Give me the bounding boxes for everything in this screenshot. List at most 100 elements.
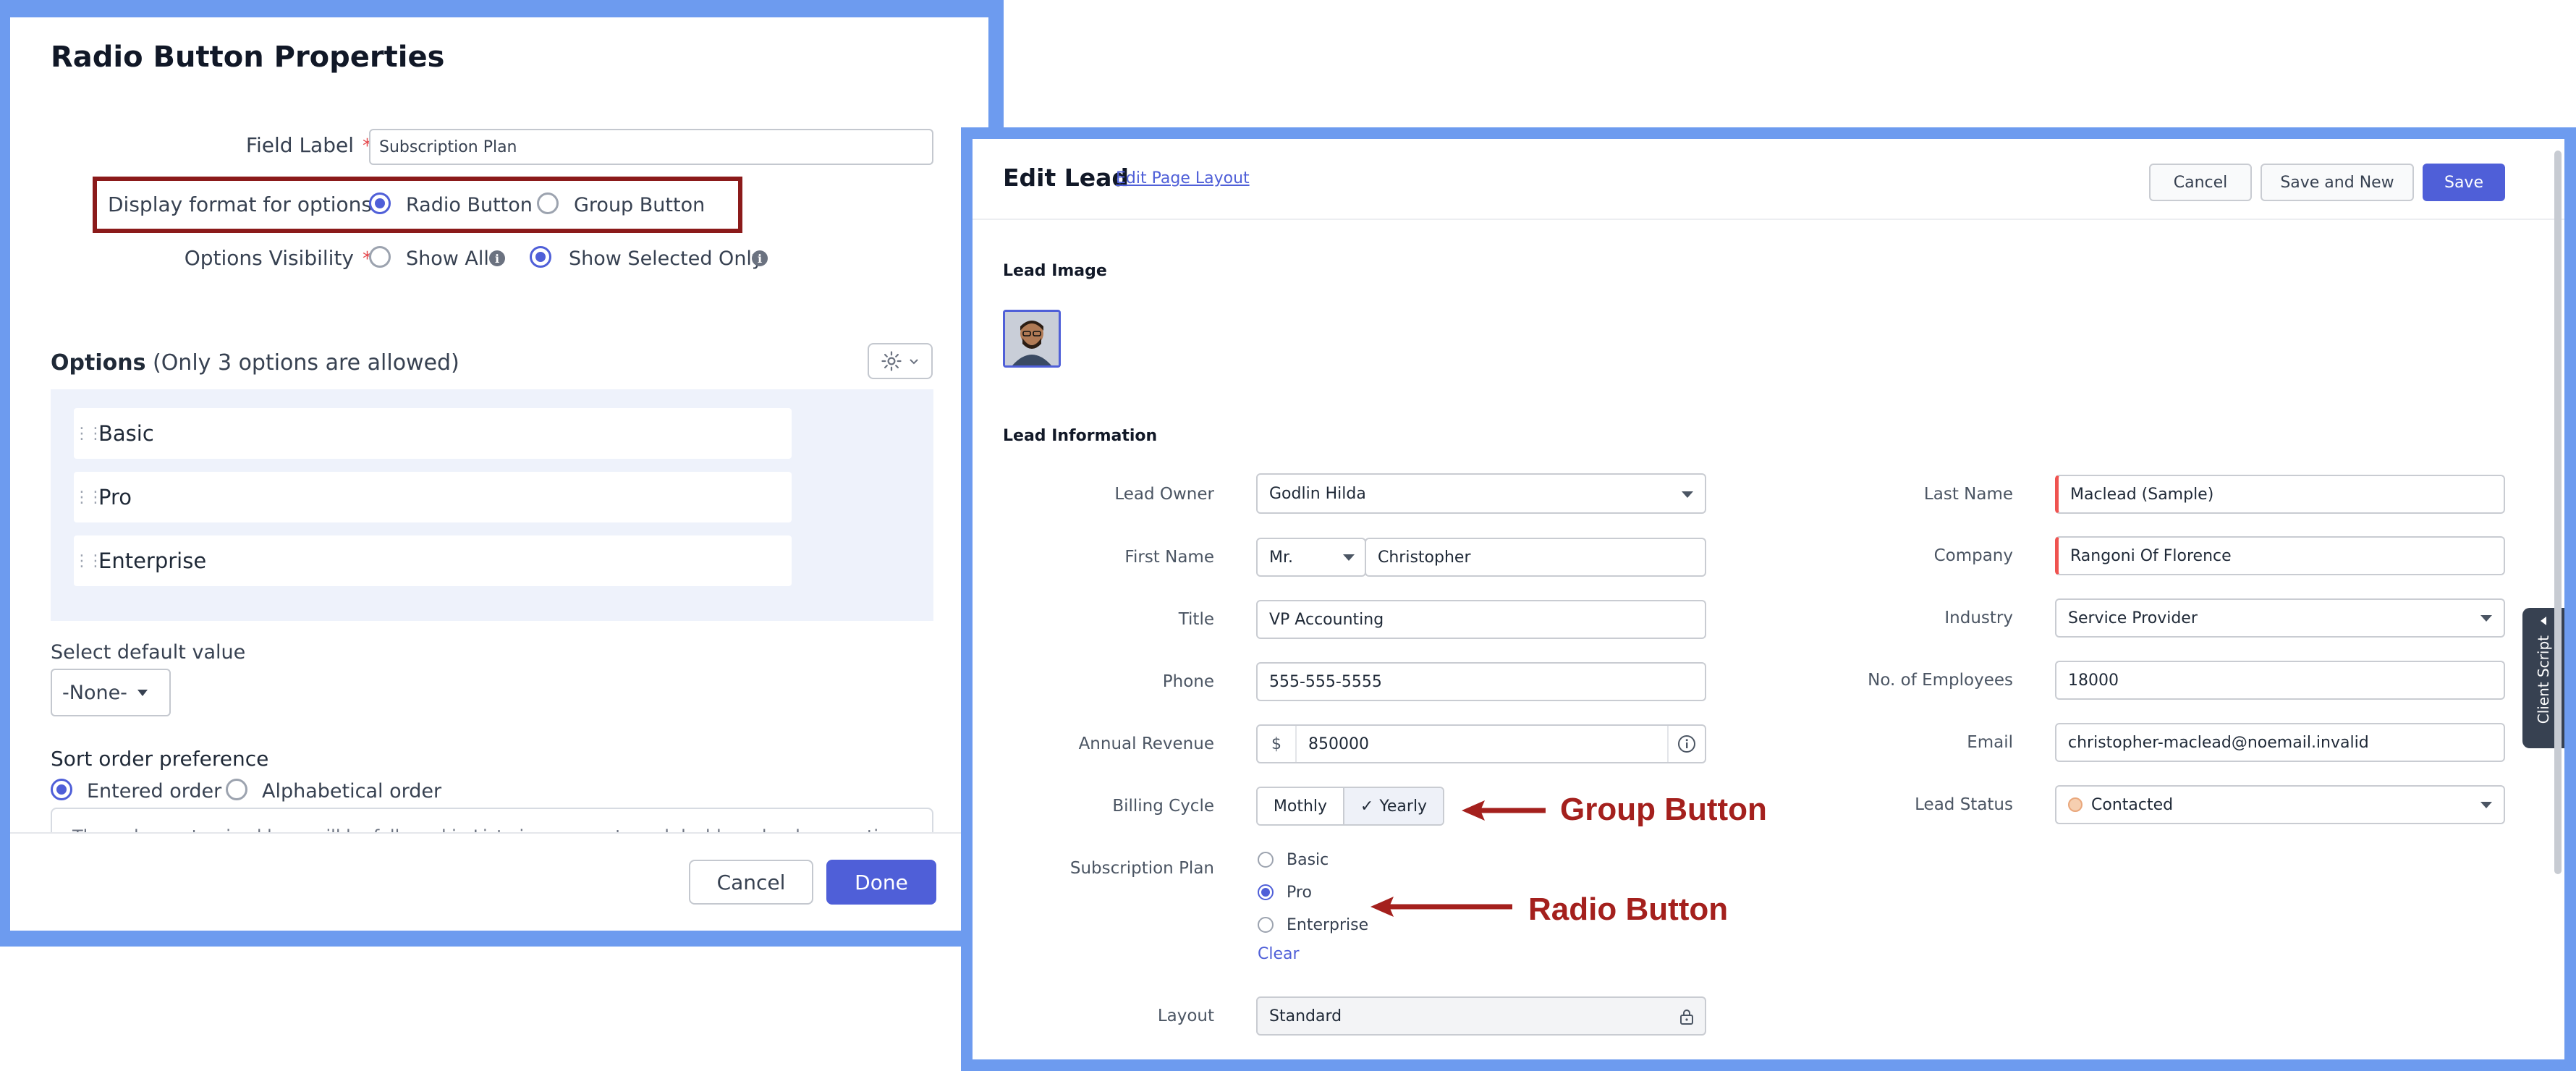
- dropdown-caret-icon: [2480, 615, 2492, 622]
- entered-order-label: Entered order: [87, 780, 222, 803]
- dropdown-caret-icon: [1343, 554, 1355, 561]
- header-divider: [973, 219, 2564, 220]
- client-script-label: Client Script: [2535, 635, 2552, 724]
- drag-handle-icon[interactable]: ⋮⋮: [74, 488, 103, 507]
- billing-yearly-option[interactable]: ✓ Yearly: [1344, 788, 1443, 824]
- lead-owner-label: Lead Owner: [1114, 485, 1214, 504]
- billing-cycle-group-button: Mothly ✓ Yearly: [1256, 787, 1444, 826]
- phone-label: Phone: [1162, 672, 1214, 691]
- edit-lead-window-frame: Edit Lead Edit Page Layout Cancel Save a…: [961, 127, 2576, 1071]
- edit-page-layout-link[interactable]: Edit Page Layout: [1116, 169, 1250, 187]
- save-and-new-button[interactable]: Save and New: [2261, 164, 2414, 201]
- plan-enterprise-radio[interactable]: [1258, 917, 1274, 933]
- show-all-info-icon[interactable]: i: [489, 250, 505, 266]
- option-item-basic[interactable]: ⋮⋮ Basic: [74, 408, 792, 459]
- show-all-radio[interactable]: [369, 246, 391, 268]
- checkmark-icon: ✓: [1360, 797, 1374, 816]
- group-button-format-radio[interactable]: [537, 192, 559, 214]
- info-icon[interactable]: [1667, 726, 1705, 762]
- subscription-plan-label: Subscription Plan: [1069, 859, 1214, 878]
- billing-mothly-option[interactable]: Mothly: [1258, 788, 1344, 824]
- page-scrollbar[interactable]: [2554, 151, 2562, 874]
- lead-owner-select[interactable]: Godlin Hilda: [1256, 473, 1706, 514]
- employees-input[interactable]: 18000: [2055, 661, 2505, 700]
- lock-icon: [1679, 1008, 1695, 1030]
- radio-properties-dialog: Radio Button Properties Field Label * Sub…: [10, 17, 988, 931]
- company-input[interactable]: Rangoni Of Florence: [2055, 536, 2505, 575]
- radio-button-format-radio[interactable]: [369, 192, 391, 214]
- show-all-label: Show All: [406, 247, 489, 270]
- field-label-caption: Field Label *: [245, 133, 372, 157]
- options-settings-button[interactable]: [868, 343, 933, 379]
- page-title: Edit Lead: [1003, 164, 1130, 192]
- title-label: Title: [1178, 610, 1214, 629]
- plan-pro-radio[interactable]: [1258, 884, 1274, 900]
- layout-field: Standard: [1256, 996, 1706, 1036]
- sort-order-label: Sort order preference: [51, 747, 269, 771]
- radio-button-annotation-label: Radio Button: [1528, 892, 1729, 927]
- show-selected-only-info-icon[interactable]: i: [752, 250, 768, 266]
- lead-image-heading: Lead Image: [1003, 262, 1107, 280]
- plan-basic-radio[interactable]: [1258, 852, 1274, 868]
- dropdown-caret-icon: [1682, 491, 1693, 498]
- cancel-button[interactable]: Cancel: [2149, 164, 2252, 201]
- last-name-label: Last Name: [1923, 485, 2013, 504]
- title-input[interactable]: VP Accounting: [1256, 600, 1706, 639]
- first-name-input[interactable]: Christopher: [1365, 538, 1706, 577]
- first-name-label: First Name: [1124, 548, 1214, 567]
- show-selected-only-radio[interactable]: [530, 246, 551, 268]
- alphabetical-order-label: Alphabetical order: [262, 780, 442, 803]
- entered-order-radio[interactable]: [51, 779, 72, 800]
- field-label-input[interactable]: Subscription Plan: [369, 129, 933, 165]
- currency-symbol: $: [1258, 726, 1297, 762]
- lead-avatar[interactable]: [1003, 310, 1061, 368]
- default-value-label: Select default value: [51, 641, 246, 664]
- options-list-area: ⋮⋮ Basic ⋮⋮ Pro ⋮⋮ Enterprise: [51, 389, 933, 621]
- billing-cycle-label: Billing Cycle: [1112, 797, 1214, 816]
- plan-enterprise-label: Enterprise: [1287, 916, 1369, 934]
- default-value-select[interactable]: -None-: [51, 669, 171, 716]
- annual-revenue-input[interactable]: $ 850000: [1256, 724, 1706, 763]
- industry-label: Industry: [1944, 609, 2013, 627]
- employees-label: No. of Employees: [1868, 671, 2013, 690]
- alphabetical-order-radio[interactable]: [226, 779, 247, 800]
- lead-status-select[interactable]: Contacted: [2055, 785, 2505, 824]
- dropdown-caret-icon: [137, 689, 148, 696]
- radio-button-format-label: Radio Button: [406, 194, 533, 216]
- arrow-radio-button-annotation: [1370, 896, 1512, 920]
- phone-input[interactable]: 555-555-5555: [1256, 662, 1706, 701]
- save-button[interactable]: Save: [2423, 164, 2505, 201]
- dropdown-caret-icon: [2480, 802, 2492, 808]
- options-visibility-caption: Options Visibility *: [184, 246, 372, 270]
- layout-label: Layout: [1157, 1007, 1214, 1025]
- cancel-button[interactable]: Cancel: [689, 860, 813, 905]
- group-button-format-label: Group Button: [574, 194, 706, 216]
- arrow-group-button-annotation: [1462, 800, 1546, 824]
- group-button-annotation-label: Group Button: [1560, 792, 1767, 827]
- edit-lead-page: Edit Lead Edit Page Layout Cancel Save a…: [973, 139, 2564, 1059]
- lead-information-heading: Lead Information: [1003, 427, 1158, 445]
- show-selected-only-label: Show Selected Only: [569, 247, 763, 270]
- email-input[interactable]: christopher-maclead@noemail.invalid: [2055, 723, 2505, 762]
- option-item-enterprise[interactable]: ⋮⋮ Enterprise: [74, 536, 792, 586]
- annual-revenue-label: Annual Revenue: [1078, 735, 1214, 753]
- plan-basic-label: Basic: [1287, 851, 1329, 869]
- lead-status-label: Lead Status: [1915, 795, 2013, 814]
- radio-properties-window-frame: Radio Button Properties Field Label * Sub…: [0, 0, 1004, 947]
- plan-pro-label: Pro: [1287, 884, 1312, 902]
- display-format-caption: Display format for options*: [108, 192, 390, 216]
- dialog-footer: Cancel Done: [10, 832, 988, 931]
- dialog-title: Radio Button Properties: [51, 41, 445, 74]
- drag-handle-icon[interactable]: ⋮⋮: [74, 552, 103, 570]
- plan-clear-link[interactable]: Clear: [1258, 945, 1300, 963]
- last-name-input[interactable]: Maclead (Sample): [2055, 475, 2505, 514]
- company-label: Company: [1933, 546, 2013, 565]
- options-heading: Options (Only 3 options are allowed): [51, 350, 459, 376]
- collapse-arrow-icon: [2541, 617, 2546, 625]
- option-item-pro[interactable]: ⋮⋮ Pro: [74, 472, 792, 522]
- drag-handle-icon[interactable]: ⋮⋮: [74, 425, 103, 443]
- done-button[interactable]: Done: [826, 860, 936, 905]
- industry-select[interactable]: Service Provider: [2055, 598, 2505, 638]
- email-label: Email: [1967, 733, 2013, 752]
- salutation-select[interactable]: Mr.: [1256, 538, 1366, 577]
